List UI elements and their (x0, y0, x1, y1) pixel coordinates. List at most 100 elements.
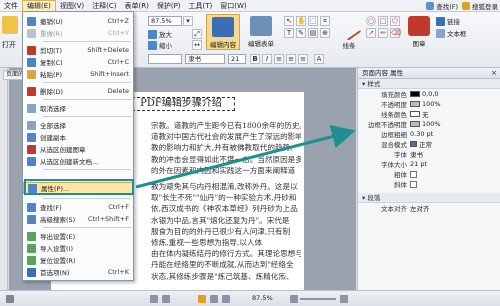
hand-tool-button[interactable]: ✋ (296, 16, 306, 26)
pencil-tool-button[interactable]: ✏ (378, 28, 388, 38)
menu-item-stamp-from-selection[interactable]: 从选区创建图章 (23, 143, 133, 155)
prop-border-opacity[interactable]: 边框不透明度 100% (358, 119, 500, 129)
menu-item-delete[interactable]: 删除(D) Delete (23, 85, 133, 97)
find-button[interactable]: 查找(F) (426, 1, 458, 11)
menu-item-advanced-search[interactable]: 高级搜索(S) Ctrl+Shift+F (23, 213, 133, 225)
oval-tool-button[interactable]: ○ (366, 16, 376, 26)
align-left-button[interactable]: ≡ (274, 54, 284, 64)
menu-file[interactable]: 文件 (0, 0, 22, 12)
text-line: 状态,其修练步骤是"炼己筑基、炼精化炁、 (151, 271, 294, 281)
facing-page-icon[interactable] (222, 295, 230, 303)
fit-width-button[interactable]: ↔ (192, 40, 202, 50)
rect-tool-button[interactable]: □ (378, 16, 388, 26)
italic-checkbox[interactable] (410, 180, 417, 188)
text-tool-button[interactable]: T (284, 28, 294, 38)
prop-border-width[interactable]: 边框粗细 0.30 pt (358, 129, 500, 139)
prop-line-color[interactable]: 线条颜色 无 (358, 109, 500, 119)
eraser-tool-button[interactable]: ⌫ (390, 28, 401, 38)
zoom-field[interactable]: 87.5% (148, 16, 182, 26)
menu-item-cut[interactable]: 剪切(T) Shift+Delete (23, 44, 133, 56)
snapshot-tool-button[interactable]: ⬚ (308, 16, 318, 26)
menu-item-find[interactable]: 查找(F) Ctrl+F (23, 201, 133, 213)
menu-view[interactable]: 视图(V) (56, 0, 88, 12)
font-field[interactable]: 隶书 (185, 54, 225, 64)
align-center-button[interactable]: ≡ (286, 54, 296, 64)
zoom-in-icon[interactable] (340, 295, 348, 303)
undo-icon (27, 16, 36, 26)
prop-text-align[interactable]: 文本对齐 左对齐 (358, 203, 500, 213)
prop-font[interactable]: 字体 隶书 (358, 149, 500, 159)
redo-icon (27, 28, 36, 38)
continuous-page-icon[interactable] (210, 295, 218, 303)
edit-content-button[interactable]: 编辑内容 (206, 14, 240, 50)
open-label[interactable]: 打开 (2, 40, 16, 50)
style-field[interactable] (148, 54, 182, 64)
zoom-dropdown-button[interactable]: ▾ (183, 16, 193, 26)
menu-edit[interactable]: 编辑(E) (22, 0, 56, 12)
menu-item-redo[interactable]: 重做(R) Ctrl+Y (23, 27, 133, 39)
style-section-header[interactable]: ▾ 样式 (358, 79, 500, 89)
fill-color-swatch[interactable] (410, 91, 420, 97)
prop-font-size[interactable]: 字体大小 21 pt (358, 159, 500, 169)
login-button[interactable]: 搜狐登录 (462, 1, 498, 11)
polygon-tool-button[interactable]: ⬠ (390, 16, 400, 26)
close-icon[interactable]: × (491, 68, 497, 78)
textbox-button[interactable]: 文本框 (436, 28, 467, 38)
color-button[interactable]: A (314, 54, 324, 64)
menu-comment[interactable]: 注释(C) (88, 0, 120, 12)
zoom-slider[interactable] (300, 298, 336, 300)
link-button[interactable]: 链接 (436, 16, 460, 26)
font-size-field[interactable]: 21 (228, 54, 246, 64)
document-title[interactable]: PDF编辑步骤介绍 (127, 97, 235, 111)
menu-item-import-settings[interactable]: 导入设置(I) (23, 242, 133, 254)
menu-item-paste[interactable]: 粘贴(P) Shift+Insert (23, 68, 133, 80)
menu-item-undo[interactable]: 撤销(U) Ctrl+Z (23, 15, 133, 27)
status-zoom[interactable]: 87.5% (252, 294, 273, 302)
highlight-tool-button[interactable]: ▤ (308, 28, 318, 38)
settings-icon[interactable] (6, 295, 14, 303)
prop-italic[interactable]: 斜体 (358, 179, 500, 189)
line-color-swatch[interactable] (410, 111, 420, 117)
bold-button[interactable]: B (250, 54, 260, 64)
italic-button[interactable]: I (262, 54, 272, 64)
menu-item-create-copy[interactable]: 创建副本 (23, 131, 133, 143)
line-tool-button[interactable]: 线条 (336, 14, 362, 50)
menu-item-export-settings[interactable]: 导出设置(E) (23, 230, 133, 242)
cursor-tool-button[interactable]: ↖ (284, 16, 294, 26)
bold-checkbox[interactable] (410, 170, 417, 178)
import-icon (27, 243, 36, 253)
menu-form[interactable]: 表单(R) (121, 0, 153, 12)
fit-page-button[interactable]: ⤢ (192, 29, 202, 39)
zoom-out-icon[interactable] (290, 295, 298, 303)
prop-blend-mode[interactable]: 混合模式 正常 (358, 139, 500, 149)
prop-bold[interactable]: 粗体 (358, 169, 500, 179)
first-page-icon[interactable] (150, 295, 158, 303)
prop-opacity[interactable]: 不透明度 100% (358, 99, 500, 109)
crop-tool-button[interactable]: ⌗ (320, 16, 330, 26)
stamp-tool-button[interactable]: ⊕ (320, 28, 330, 38)
prev-page-icon[interactable] (162, 295, 170, 303)
menu-item-select-all[interactable]: 全部选择 (23, 119, 133, 131)
menu-item-preferences[interactable]: 首选项(N) Ctrl+K (23, 266, 133, 278)
single-page-icon[interactable] (198, 295, 206, 303)
paste-icon (27, 69, 36, 79)
border-opacity-slider[interactable] (410, 121, 420, 127)
layout-section-header[interactable]: ▾ 段落 (358, 193, 500, 203)
note-tool-button[interactable]: ✎ (296, 28, 306, 38)
prop-fill-color[interactable]: 填充颜色 0,0,0 (358, 89, 500, 99)
menu-item-reset-settings[interactable]: 复位设置(R) (23, 254, 133, 266)
menu-item-new-doc-from-selection[interactable]: 从选区创建新文档... (23, 155, 133, 167)
zoom-in-button[interactable]: 放大 (148, 29, 172, 39)
align-right-button[interactable]: ≡ (298, 54, 308, 64)
menu-window[interactable]: 窗口(W) (216, 0, 250, 12)
arrow-tool-button[interactable]: ↗ (366, 28, 376, 38)
zoom-out-button[interactable]: 缩小 (148, 40, 172, 50)
edit-form-button[interactable]: 编辑表单 (244, 14, 278, 50)
menu-tools[interactable]: 工具(T) (185, 0, 217, 12)
opacity-slider[interactable] (410, 101, 420, 107)
menu-item-copy[interactable]: 复制(C) Ctrl+C (23, 56, 133, 68)
stamp-button[interactable]: 图章 (406, 14, 432, 50)
menu-item-deselect[interactable]: 取消选择 (23, 102, 133, 114)
text-line: 修炼,重视一些思想为指导,以人体 (151, 238, 263, 248)
menu-protect[interactable]: 保护(P) (153, 0, 185, 12)
